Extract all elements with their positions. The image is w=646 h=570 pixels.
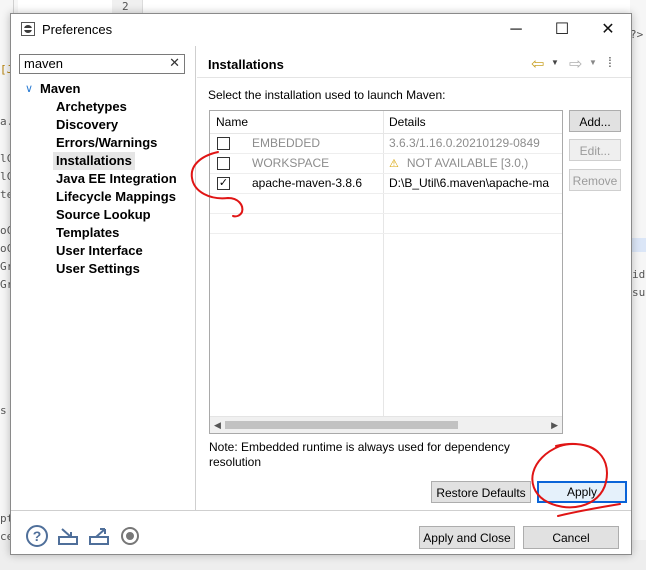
row-name: EMBEDDED bbox=[252, 136, 321, 150]
scroll-right-icon[interactable]: ▶ bbox=[551, 417, 558, 433]
embedded-runtime-note: Note: Embedded runtime is always used fo… bbox=[209, 440, 510, 469]
ide-highlight-strip bbox=[630, 238, 646, 252]
tree-item-user-interface[interactable]: User Interface bbox=[53, 242, 146, 260]
tree-item-user-settings[interactable]: User Settings bbox=[53, 260, 143, 278]
back-arrow-icon[interactable]: ⇦ bbox=[531, 54, 544, 74]
record-icon[interactable] bbox=[121, 527, 139, 545]
tree-item-errors-warnings[interactable]: Errors/Warnings bbox=[53, 134, 160, 152]
tree-item-archetypes[interactable]: Archetypes bbox=[53, 98, 130, 116]
checkbox-apache-maven[interactable]: ✓ bbox=[217, 177, 230, 190]
tree-item-discovery[interactable]: Discovery bbox=[53, 116, 121, 134]
warning-icon: ⚠ bbox=[389, 158, 399, 170]
scrollbar-thumb[interactable] bbox=[225, 421, 458, 429]
apply-button[interactable]: Apply bbox=[537, 481, 627, 503]
view-menu-icon[interactable]: ⁞ bbox=[608, 54, 612, 70]
tree-item-templates[interactable]: Templates bbox=[53, 224, 122, 242]
help-icon[interactable]: ? bbox=[26, 525, 48, 547]
ide-line-number: 2 bbox=[122, 0, 129, 13]
table-row-workspace[interactable]: WORKSPACE ⚠ NOT AVAILABLE [3.0,) bbox=[210, 154, 562, 173]
row-name: apache-maven-3.8.6 bbox=[252, 176, 363, 190]
table-row-embedded[interactable]: EMBEDDED 3.6.3/1.16.0.20210129-0849 bbox=[210, 134, 562, 153]
checkbox-embedded[interactable] bbox=[217, 137, 230, 150]
row-divider bbox=[210, 193, 562, 194]
import-icon[interactable] bbox=[57, 525, 79, 547]
installations-table: Name Details EMBEDDED 3.6.3/1.16.0.20210… bbox=[209, 110, 563, 434]
tree-node-label: Maven bbox=[40, 81, 81, 96]
window-title: Preferences bbox=[42, 22, 113, 37]
page-title: Installations bbox=[208, 57, 284, 72]
ide-right-gutter bbox=[630, 0, 646, 570]
row-details: NOT AVAILABLE [3.0,) bbox=[406, 156, 529, 170]
ide-line-number-box: 2 bbox=[112, 0, 143, 14]
maximize-button[interactable]: ☐ bbox=[539, 14, 585, 46]
add-button[interactable]: Add... bbox=[569, 110, 621, 132]
filter-input[interactable]: maven ✕ bbox=[19, 54, 185, 74]
filter-input-value: maven bbox=[24, 56, 64, 71]
table-row-apache-maven[interactable]: ✓ apache-maven-3.8.6 D:\B_Util\6.maven\a… bbox=[210, 174, 562, 193]
page-description: Select the installation used to launch M… bbox=[208, 88, 446, 102]
row-name: WORKSPACE bbox=[252, 156, 330, 170]
tree-item-lifecycle-mappings[interactable]: Lifecycle Mappings bbox=[53, 188, 179, 206]
ide-code-fragment: su bbox=[632, 286, 646, 299]
tree-item-java-ee-integration[interactable]: Java EE Integration bbox=[53, 170, 180, 188]
horizontal-scrollbar[interactable]: ◀ ▶ bbox=[210, 416, 562, 433]
scroll-left-icon[interactable]: ◀ bbox=[214, 417, 221, 433]
minimize-button[interactable]: ─ bbox=[493, 14, 539, 46]
tree-item-installations[interactable]: Installations bbox=[53, 152, 135, 170]
row-divider bbox=[210, 213, 562, 214]
row-details: 3.6.3/1.16.0.20210129-0849 bbox=[389, 136, 540, 150]
remove-button[interactable]: Remove bbox=[569, 169, 621, 191]
export-icon[interactable] bbox=[88, 525, 110, 547]
title-bar[interactable]: Preferences ─ ☐ ✕ bbox=[11, 14, 631, 46]
close-button[interactable]: ✕ bbox=[585, 14, 631, 46]
panel-sash[interactable] bbox=[195, 46, 196, 510]
row-divider bbox=[210, 233, 562, 234]
ide-code-fragment: id bbox=[632, 268, 646, 281]
forward-arrow-icon: ⇨ bbox=[569, 56, 583, 73]
ide-code-fragment: s bbox=[0, 404, 7, 417]
footer-separator bbox=[11, 510, 631, 511]
preferences-dialog: Preferences ─ ☐ ✕ maven ✕ ∨ Maven Archet… bbox=[10, 13, 632, 555]
chevron-down-icon[interactable]: ∨ bbox=[25, 80, 37, 98]
column-header-details[interactable]: Details bbox=[389, 111, 426, 133]
header-separator bbox=[197, 77, 631, 78]
column-header-name[interactable]: Name bbox=[216, 111, 248, 133]
checkbox-workspace[interactable] bbox=[217, 157, 230, 170]
restore-defaults-button[interactable]: Restore Defaults bbox=[431, 481, 531, 503]
eclipse-app-icon bbox=[21, 22, 35, 36]
edit-button[interactable]: Edit... bbox=[569, 139, 621, 161]
cancel-button[interactable]: Cancel bbox=[523, 526, 619, 549]
back-dropdown-icon[interactable]: ▼ bbox=[551, 58, 559, 67]
clear-filter-icon[interactable]: ✕ bbox=[169, 55, 180, 71]
row-details: D:\B_Util\6.maven\apache-ma bbox=[389, 176, 550, 190]
row-details-container: ⚠ NOT AVAILABLE [3.0,) bbox=[389, 156, 561, 170]
apply-and-close-button[interactable]: Apply and Close bbox=[419, 526, 515, 549]
tree-item-source-lookup[interactable]: Source Lookup bbox=[53, 206, 154, 224]
forward-dropdown-icon: ▼ bbox=[589, 58, 597, 67]
